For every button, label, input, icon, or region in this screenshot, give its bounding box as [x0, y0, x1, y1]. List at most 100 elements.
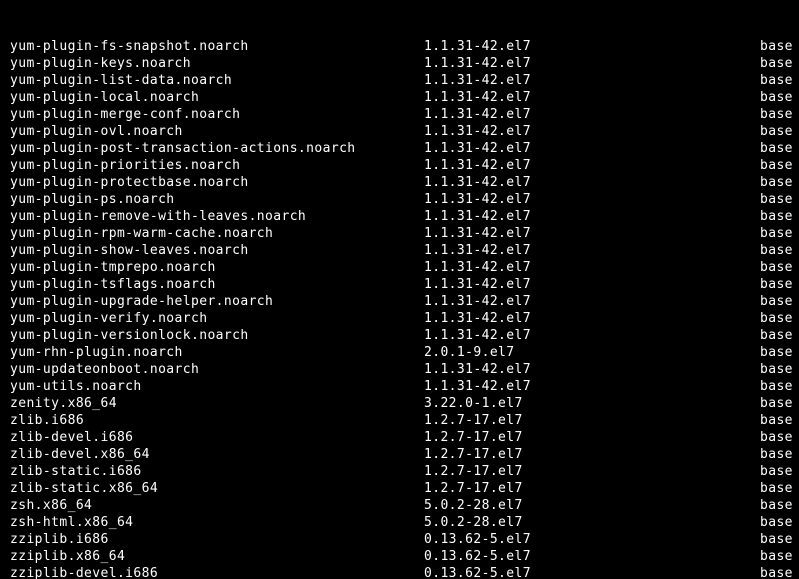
package-repo: base	[760, 344, 793, 361]
package-version: 1.1.31-42.el7	[424, 38, 760, 55]
package-version: 1.1.31-42.el7	[424, 327, 760, 344]
package-repo: base	[760, 140, 793, 157]
package-repo: base	[760, 395, 793, 412]
package-repo: base	[760, 242, 793, 259]
package-repo: base	[760, 225, 793, 242]
package-version: 1.1.31-42.el7	[424, 89, 760, 106]
package-row: yum-utils.noarch1.1.31-42.el7base	[6, 378, 793, 395]
package-version: 1.1.31-42.el7	[424, 72, 760, 89]
package-name: zlib-static.x86_64	[6, 480, 424, 497]
package-version: 1.1.31-42.el7	[424, 140, 760, 157]
package-name: zenity.x86_64	[6, 395, 424, 412]
package-row: zlib.i6861.2.7-17.el7base	[6, 412, 793, 429]
package-version: 0.13.62-5.el7	[424, 548, 760, 565]
package-row: yum-plugin-merge-conf.noarch1.1.31-42.el…	[6, 106, 793, 123]
package-row: zlib-devel.i6861.2.7-17.el7base	[6, 429, 793, 446]
package-version: 1.1.31-42.el7	[424, 310, 760, 327]
package-version: 1.1.31-42.el7	[424, 157, 760, 174]
package-name: yum-rhn-plugin.noarch	[6, 344, 424, 361]
package-version: 1.1.31-42.el7	[424, 174, 760, 191]
package-version: 1.1.31-42.el7	[424, 361, 760, 378]
package-row: yum-rhn-plugin.noarch2.0.1-9.el7base	[6, 344, 793, 361]
package-row: yum-plugin-ovl.noarch1.1.31-42.el7base	[6, 123, 793, 140]
package-row: yum-plugin-priorities.noarch1.1.31-42.el…	[6, 157, 793, 174]
package-row: zsh.x86_645.0.2-28.el7base	[6, 497, 793, 514]
package-row: zziplib.i6860.13.62-5.el7base	[6, 531, 793, 548]
package-version: 1.1.31-42.el7	[424, 293, 760, 310]
package-row: yum-plugin-protectbase.noarch1.1.31-42.e…	[6, 174, 793, 191]
package-row: zlib-static.x86_641.2.7-17.el7base	[6, 480, 793, 497]
package-repo: base	[760, 412, 793, 429]
package-row: yum-plugin-upgrade-helper.noarch1.1.31-4…	[6, 293, 793, 310]
package-name: zziplib.i686	[6, 531, 424, 548]
package-row: yum-plugin-versionlock.noarch1.1.31-42.e…	[6, 327, 793, 344]
package-repo: base	[760, 514, 793, 531]
package-version: 1.1.31-42.el7	[424, 259, 760, 276]
package-repo: base	[760, 174, 793, 191]
terminal-output[interactable]: yum-plugin-fs-snapshot.noarch1.1.31-42.e…	[0, 0, 799, 579]
package-repo: base	[760, 191, 793, 208]
package-row: yum-plugin-fs-snapshot.noarch1.1.31-42.e…	[6, 38, 793, 55]
package-version: 1.1.31-42.el7	[424, 123, 760, 140]
package-version: 1.2.7-17.el7	[424, 412, 760, 429]
package-row: yum-plugin-tsflags.noarch1.1.31-42.el7ba…	[6, 276, 793, 293]
package-version: 1.2.7-17.el7	[424, 429, 760, 446]
package-name: zlib-devel.x86_64	[6, 446, 424, 463]
package-version: 1.2.7-17.el7	[424, 480, 760, 497]
package-name: yum-utils.noarch	[6, 378, 424, 395]
package-repo: base	[760, 157, 793, 174]
package-name: yum-updateonboot.noarch	[6, 361, 424, 378]
package-name: yum-plugin-upgrade-helper.noarch	[6, 293, 424, 310]
package-repo: base	[760, 480, 793, 497]
package-row: yum-updateonboot.noarch1.1.31-42.el7base	[6, 361, 793, 378]
package-row: yum-plugin-show-leaves.noarch1.1.31-42.e…	[6, 242, 793, 259]
package-version: 1.1.31-42.el7	[424, 191, 760, 208]
package-row: yum-plugin-ps.noarch1.1.31-42.el7base	[6, 191, 793, 208]
package-version: 1.2.7-17.el7	[424, 463, 760, 480]
package-name: yum-plugin-show-leaves.noarch	[6, 242, 424, 259]
package-repo: base	[760, 55, 793, 72]
package-repo: base	[760, 548, 793, 565]
package-name: yum-plugin-rpm-warm-cache.noarch	[6, 225, 424, 242]
package-version: 0.13.62-5.el7	[424, 565, 760, 579]
package-version: 1.1.31-42.el7	[424, 55, 760, 72]
package-version: 0.13.62-5.el7	[424, 531, 760, 548]
package-version: 5.0.2-28.el7	[424, 514, 760, 531]
package-repo: base	[760, 106, 793, 123]
package-version: 1.1.31-42.el7	[424, 378, 760, 395]
package-name: yum-plugin-ovl.noarch	[6, 123, 424, 140]
package-version: 1.1.31-42.el7	[424, 208, 760, 225]
package-row: yum-plugin-post-transaction-actions.noar…	[6, 140, 793, 157]
package-name: yum-plugin-tsflags.noarch	[6, 276, 424, 293]
package-repo: base	[760, 497, 793, 514]
package-name: yum-plugin-list-data.noarch	[6, 72, 424, 89]
package-name: yum-plugin-tmprepo.noarch	[6, 259, 424, 276]
package-version: 1.1.31-42.el7	[424, 276, 760, 293]
package-row: yum-plugin-rpm-warm-cache.noarch1.1.31-4…	[6, 225, 793, 242]
package-name: zziplib.x86_64	[6, 548, 424, 565]
package-repo: base	[760, 310, 793, 327]
package-name: yum-plugin-merge-conf.noarch	[6, 106, 424, 123]
package-row: yum-plugin-local.noarch1.1.31-42.el7base	[6, 89, 793, 106]
package-repo: base	[760, 123, 793, 140]
package-name: zlib-static.i686	[6, 463, 424, 480]
package-repo: base	[760, 446, 793, 463]
package-repo: base	[760, 72, 793, 89]
package-version: 3.22.0-1.el7	[424, 395, 760, 412]
package-row: yum-plugin-tmprepo.noarch1.1.31-42.el7ba…	[6, 259, 793, 276]
package-name: yum-plugin-post-transaction-actions.noar…	[6, 140, 424, 157]
package-name: yum-plugin-fs-snapshot.noarch	[6, 38, 424, 55]
package-name: zsh-html.x86_64	[6, 514, 424, 531]
package-row: yum-plugin-list-data.noarch1.1.31-42.el7…	[6, 72, 793, 89]
package-name: yum-plugin-priorities.noarch	[6, 157, 424, 174]
package-list: yum-plugin-fs-snapshot.noarch1.1.31-42.e…	[6, 38, 793, 579]
package-repo: base	[760, 531, 793, 548]
package-version: 1.2.7-17.el7	[424, 446, 760, 463]
package-row: zziplib-devel.i6860.13.62-5.el7base	[6, 565, 793, 579]
package-name: zlib-devel.i686	[6, 429, 424, 446]
package-name: yum-plugin-verify.noarch	[6, 310, 424, 327]
package-version: 1.1.31-42.el7	[424, 106, 760, 123]
package-name: yum-plugin-protectbase.noarch	[6, 174, 424, 191]
package-repo: base	[760, 361, 793, 378]
package-version: 2.0.1-9.el7	[424, 344, 760, 361]
